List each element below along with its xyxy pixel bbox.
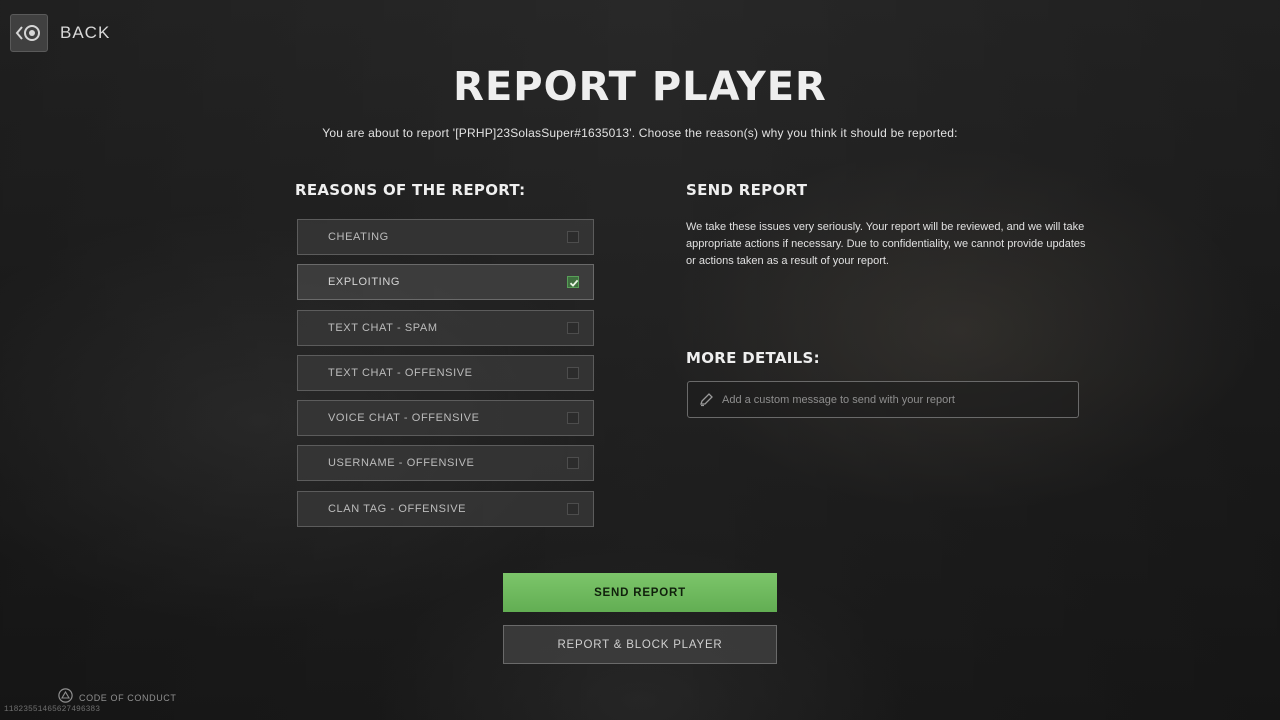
reason-label: TEXT CHAT - SPAM [328,321,438,334]
reason-option[interactable]: EXPLOITING [297,264,594,301]
reason-checkbox[interactable] [567,502,579,515]
page-subtitle: You are about to report '[PRHP]23SolasSu… [322,126,958,140]
pencil-icon [698,392,714,408]
send-report-description: We take these issues very seriously. You… [686,221,1086,267]
more-details-field[interactable] [687,381,1079,418]
back-label: BACK [60,23,111,42]
reason-checkbox[interactable] [567,276,579,289]
reason-label: CLAN TAG - OFFENSIVE [328,502,467,515]
reasons-list: CHEATING EXPLOITING TEXT CHAT - SPAM TEX… [297,219,594,536]
report-player-screen: BACK REPORT PLAYER You are about to repo… [0,0,1280,720]
checkmark-icon [569,280,579,288]
reason-option[interactable]: CHEATING [297,219,594,255]
reason-checkbox[interactable] [567,321,579,334]
reason-label: TEXT CHAT - OFFENSIVE [328,366,473,379]
more-details-input[interactable] [720,392,1078,407]
send-report-button[interactable]: SEND REPORT [503,573,777,612]
reason-label: USERNAME - OFFENSIVE [328,457,475,470]
back-button[interactable]: BACK [10,14,110,52]
reason-option[interactable]: CLAN TAG - OFFENSIVE [297,490,594,527]
page-title: REPORT PLAYER [453,64,827,110]
reasons-heading: REASONS OF THE REPORT: [295,181,526,199]
reason-option[interactable]: TEXT CHAT - SPAM [297,309,594,346]
build-id: 11823551465627496383 [4,705,101,714]
code-of-conduct-label: CODE OF CONDUCT [79,692,177,703]
reason-checkbox[interactable] [567,412,579,425]
reason-checkbox[interactable] [567,457,579,470]
reason-checkbox[interactable] [567,366,579,379]
reason-option[interactable]: TEXT CHAT - OFFENSIVE [297,354,594,391]
report-block-player-button[interactable]: REPORT & BLOCK PLAYER [503,625,777,664]
reason-label: CHEATING [328,231,389,243]
send-report-heading: SEND REPORT [686,181,808,199]
back-arrow-icon [10,14,48,52]
reason-option[interactable]: VOICE CHAT - OFFENSIVE [297,400,594,437]
reason-label: EXPLOITING [328,276,401,289]
more-details-heading: MORE DETAILS: [686,349,820,367]
reason-checkbox[interactable] [567,231,579,243]
reason-option[interactable]: USERNAME - OFFENSIVE [297,445,594,482]
reason-label: VOICE CHAT - OFFENSIVE [328,412,480,425]
